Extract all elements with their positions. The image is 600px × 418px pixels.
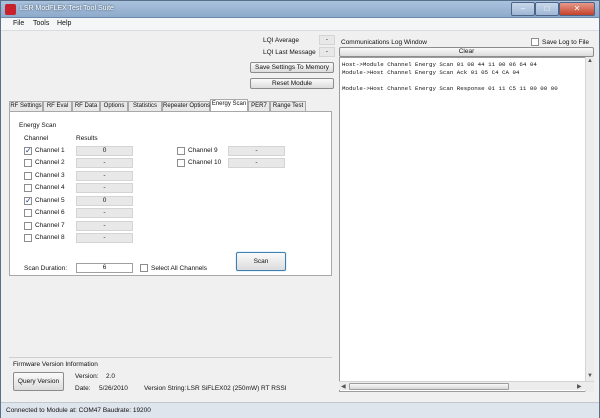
scroll-up-icon[interactable]: ▲ xyxy=(587,58,593,64)
version-string-label: Version String: xyxy=(144,385,187,392)
tab-energy-scan[interactable]: Energy Scan xyxy=(210,99,248,111)
channel-5-result: 0 xyxy=(76,196,133,206)
lqi-last-message-value: - xyxy=(319,47,335,57)
menu-bar: File Tools Help xyxy=(1,18,599,31)
save-log-label: Save Log to File xyxy=(542,39,589,46)
tab-rf-data[interactable]: RF Data xyxy=(72,101,100,111)
window-title: LSR ModFLEX Test Tool Suite xyxy=(20,5,114,12)
channel-5-checkbox[interactable] xyxy=(24,196,32,205)
log-line: Module->Host Channel Energy Scan Ack 01 … xyxy=(342,69,520,76)
lqi-average-label: LQI Average xyxy=(263,37,300,44)
date-label: Date: xyxy=(75,385,91,392)
clear-log-button[interactable]: Clear xyxy=(339,47,594,57)
channel-9-checkbox[interactable] xyxy=(177,147,185,155)
save-settings-button[interactable]: Save Settings To Memory xyxy=(250,62,334,73)
channel-8-checkbox[interactable] xyxy=(24,234,32,242)
channel-1-label: Channel 1 xyxy=(35,147,65,154)
results-header: Results xyxy=(76,135,98,142)
tab-range-test[interactable]: Range Test xyxy=(270,101,306,111)
select-all-channels-checkbox[interactable] xyxy=(140,264,148,272)
channel-2-checkbox[interactable] xyxy=(24,159,32,167)
channel-4-checkbox[interactable] xyxy=(24,184,32,192)
menu-tools[interactable]: Tools xyxy=(33,20,49,27)
minimize-button[interactable]: – xyxy=(511,2,535,16)
log-line: Module->Host Channel Energy Scan Respons… xyxy=(342,85,558,92)
menu-file[interactable]: File xyxy=(13,20,24,27)
log-line: Host->Module Channel Energy Scan 01 08 4… xyxy=(342,61,537,68)
firmware-version-group: Firmware Version Information Query Versi… xyxy=(9,357,332,399)
channel-7-checkbox[interactable] xyxy=(24,222,32,230)
tab-repeater-options[interactable]: Repeater Options xyxy=(162,101,210,111)
close-icon: ✕ xyxy=(573,4,581,13)
log-window-title: Communications Log Window xyxy=(341,39,427,46)
channel-10-label: Channel 10 xyxy=(188,159,222,166)
channel-8-result: - xyxy=(76,233,133,243)
version-label: Version: xyxy=(75,373,99,380)
channel-6-checkbox[interactable] xyxy=(24,209,32,217)
channel-6-result: - xyxy=(76,208,133,218)
title-bar[interactable]: LSR ModFLEX Test Tool Suite – □ ✕ xyxy=(1,1,599,18)
tab-per7[interactable]: PER7 xyxy=(248,101,270,111)
select-all-channels-label: Select All Channels xyxy=(151,265,208,272)
channel-4-label: Channel 4 xyxy=(35,184,65,191)
channel-1-checkbox[interactable] xyxy=(24,146,32,155)
channel-4-result: - xyxy=(76,183,133,193)
scan-duration-label: Scan Duration: xyxy=(24,265,67,272)
channel-7-label: Channel 7 xyxy=(35,222,65,229)
version-value: 2.0 xyxy=(106,373,116,380)
version-string-value: LSR SiFLEX02 (250mW) RT RSSI xyxy=(187,385,287,392)
query-version-button[interactable]: Query Version xyxy=(13,372,64,391)
energy-scan-group-label: Energy Scan xyxy=(19,122,57,129)
channel-9-result: - xyxy=(228,146,285,156)
scroll-left-icon[interactable]: ◀ xyxy=(341,383,346,390)
tab-options[interactable]: Options xyxy=(100,101,128,111)
channel-7-result: - xyxy=(76,221,133,231)
save-log-checkbox[interactable] xyxy=(531,38,539,46)
scan-button[interactable]: Scan xyxy=(236,252,286,271)
channel-2-label: Channel 2 xyxy=(35,159,65,166)
scroll-down-icon[interactable]: ▼ xyxy=(587,373,593,379)
app-window: LSR ModFLEX Test Tool Suite – □ ✕ File T… xyxy=(0,0,600,418)
maximize-icon: □ xyxy=(544,4,550,13)
energy-scan-panel: Energy Scan Channel Results Channel 1 0 … xyxy=(9,111,332,276)
log-horizontal-scrollbar[interactable]: ◀ ▶ xyxy=(339,381,594,390)
lqi-last-message-label: LQI Last Message xyxy=(263,49,316,56)
reset-module-button[interactable]: Reset Module xyxy=(250,78,334,89)
log-vertical-scrollbar[interactable]: ▲ ▼ xyxy=(585,57,594,392)
channel-3-label: Channel 3 xyxy=(35,172,65,179)
close-button[interactable]: ✕ xyxy=(559,2,595,16)
channel-3-checkbox[interactable] xyxy=(24,172,32,180)
channel-2-result: - xyxy=(76,158,133,168)
menu-help[interactable]: Help xyxy=(57,20,71,27)
lqi-average-value: - xyxy=(319,35,335,45)
date-value: 5/26/2010 xyxy=(99,385,128,392)
tab-rf-eval[interactable]: RF Eval xyxy=(43,101,72,111)
scroll-right-icon[interactable]: ▶ xyxy=(577,383,582,390)
app-logo-icon xyxy=(5,4,16,15)
firmware-group-label: Firmware Version Information xyxy=(13,361,98,368)
channel-8-label: Channel 8 xyxy=(35,234,65,241)
tab-statistics[interactable]: Statistics xyxy=(128,101,162,111)
channel-1-result: 0 xyxy=(76,146,133,156)
channel-header: Channel xyxy=(24,135,49,142)
maximize-button[interactable]: □ xyxy=(535,2,559,16)
channel-10-result: - xyxy=(228,158,285,168)
channel-5-label: Channel 5 xyxy=(35,197,65,204)
minimize-icon: – xyxy=(520,4,526,13)
channel-10-checkbox[interactable] xyxy=(177,159,185,167)
communications-log[interactable]: Host->Module Channel Energy Scan 01 08 4… xyxy=(339,57,594,392)
tab-rf-settings[interactable]: RF Settings xyxy=(9,101,43,111)
channel-9-label: Channel 9 xyxy=(188,147,218,154)
channel-3-result: - xyxy=(76,171,133,181)
status-bar: Connected to Module at: COM47 Baudrate: … xyxy=(1,402,599,418)
scan-duration-input[interactable]: 6 xyxy=(76,263,133,273)
horizontal-scroll-thumb[interactable] xyxy=(349,383,509,390)
tab-strip: RF Settings RF Eval RF Data Options Stat… xyxy=(9,99,339,111)
channel-6-label: Channel 6 xyxy=(35,209,65,216)
connection-status: Connected to Module at: COM47 Baudrate: … xyxy=(6,407,151,414)
